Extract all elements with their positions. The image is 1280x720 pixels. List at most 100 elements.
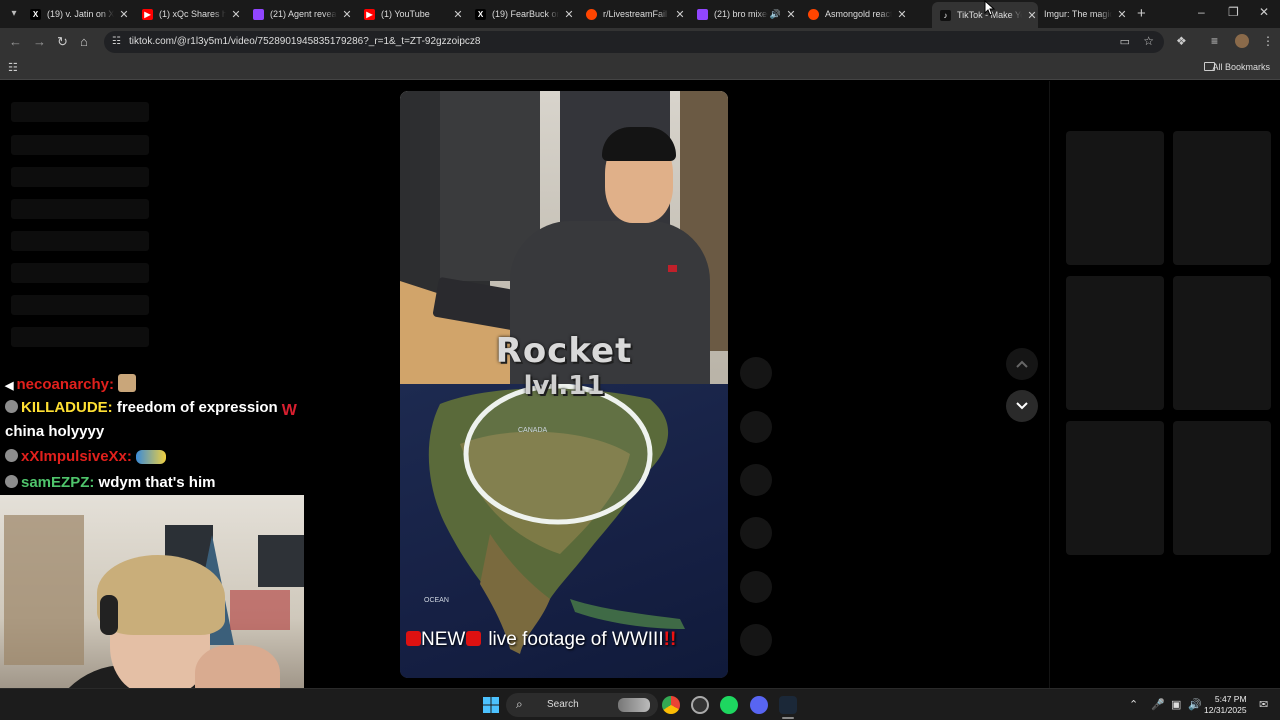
profile-avatar[interactable] <box>1235 34 1249 48</box>
tab-reddit-asmon[interactable]: Asmongold reacts ✕ <box>808 3 908 25</box>
like-button[interactable] <box>740 357 772 389</box>
caption-new: NEW <box>421 629 466 650</box>
windows-start-icon[interactable] <box>483 697 499 713</box>
microphone-icon[interactable]: 🎤 <box>1151 698 1165 711</box>
speaker-icon[interactable]: 🔊 <box>770 9 781 20</box>
tab-twitch-bro[interactable]: (21) bro mixed 🔊 ✕ <box>697 3 797 25</box>
next-video-button[interactable] <box>1006 390 1038 422</box>
home-icon[interactable]: ⌂ <box>80 34 88 49</box>
tab-x-fearbuck[interactable]: X (19) FearBuck on ✕ <box>475 3 575 25</box>
forward-icon[interactable]: → <box>33 34 46 49</box>
obs-icon[interactable] <box>691 696 709 714</box>
video-player[interactable]: CANADA OCEAN Rocket lvl.11 NEW live foota… <box>400 91 728 678</box>
mute-badge-icon: ◀ <box>5 380 14 392</box>
sound-button[interactable] <box>740 624 772 656</box>
emote-icon <box>135 450 166 464</box>
menu-kebab-icon[interactable]: ⋮ <box>1262 34 1274 48</box>
window-close-icon[interactable]: ✕ <box>1259 5 1269 19</box>
back-icon[interactable]: ← <box>9 34 22 49</box>
apps-grid-icon[interactable]: ☷ <box>8 61 18 74</box>
siren-emoji-icon <box>406 631 421 646</box>
discord-icon[interactable] <box>750 696 768 714</box>
tab-search-chevron-icon[interactable]: ▾ <box>6 6 22 22</box>
tab-imgur[interactable]: Imgur: The magic ✕ <box>1044 3 1128 25</box>
cast-icon[interactable]: ▭ <box>1120 35 1130 48</box>
chat-username: necoanarchy: <box>16 376 115 393</box>
nav-skeleton <box>11 295 149 315</box>
nav-skeleton <box>11 102 149 122</box>
chat-text: freedom of expression <box>116 399 278 416</box>
chat-message: ◀ necoanarchy: <box>5 374 137 393</box>
tab-youtube-xqc[interactable]: ▶ (1) xQc Shares his ✕ <box>142 3 242 25</box>
chrome-icon[interactable] <box>662 696 680 714</box>
suggested-video-card[interactable] <box>1066 421 1164 555</box>
tab-close-icon[interactable]: ✕ <box>563 8 575 21</box>
chat-text: china holyyyy <box>5 423 105 440</box>
tab-close-icon[interactable]: ✕ <box>674 8 686 21</box>
site-info-icon[interactable]: ☷ <box>112 36 121 47</box>
notification-icon[interactable]: ✉ <box>1259 698 1268 711</box>
tab-youtube[interactable]: ▶ (1) YouTube ✕ <box>364 3 464 25</box>
tab-close-icon[interactable]: ✕ <box>896 8 908 21</box>
chevron-up-icon <box>1016 360 1028 368</box>
all-bookmarks-link[interactable]: All Bookmarks <box>1212 62 1270 72</box>
tab-title: Imgur: The magic <box>1044 9 1112 19</box>
address-bar[interactable]: ☷ tiktok.com/@r1l3y5m1/video/75289019458… <box>104 31 1164 53</box>
map-label: CANADA <box>518 427 548 434</box>
reddit-icon <box>808 8 819 20</box>
nav-skeleton <box>11 135 149 155</box>
previous-video-button[interactable] <box>1006 348 1038 380</box>
suggested-video-card[interactable] <box>1173 276 1271 410</box>
tab-reddit-lsf[interactable]: r/LivestreamFail ✕ <box>586 3 686 25</box>
minimize-icon[interactable]: – <box>1198 5 1205 19</box>
restore-icon[interactable]: ❐ <box>1228 5 1239 19</box>
suggested-video-card[interactable] <box>1173 421 1271 555</box>
tab-close-icon[interactable]: ✕ <box>452 8 464 21</box>
share-button[interactable] <box>740 517 772 549</box>
tab-close-icon[interactable]: ✕ <box>785 8 797 21</box>
sub-badge-icon <box>5 449 18 462</box>
spotify-icon[interactable] <box>720 696 738 714</box>
youtube-icon: ▶ <box>364 8 375 20</box>
new-tab-button[interactable]: + <box>1137 5 1146 22</box>
tray-overflow-chevron-icon[interactable]: ⌃ <box>1129 698 1138 711</box>
bookmark-star-icon[interactable]: ☆ <box>1143 34 1154 48</box>
bookmarks-bar: ☷ All Bookmarks <box>0 56 1280 80</box>
twitch-icon <box>697 8 708 20</box>
tab-close-icon[interactable]: ✕ <box>341 8 353 21</box>
taskbar-clock[interactable]: 5:47 PM 12/31/2025 <box>1204 694 1247 716</box>
volume-icon[interactable]: 🔊 <box>1188 698 1202 711</box>
bookmark-button[interactable] <box>740 464 772 496</box>
caption-exclaim: !! <box>663 629 677 650</box>
webcam-overlay <box>0 495 304 720</box>
more-button[interactable] <box>740 571 772 603</box>
tab-close-icon[interactable]: ✕ <box>1026 9 1038 22</box>
tab-twitch-agent[interactable]: (21) Agent reveal: ✕ <box>253 3 353 25</box>
reload-icon[interactable]: ↻ <box>57 34 68 50</box>
chevron-down-icon <box>1016 402 1028 410</box>
media-control-icon[interactable]: ≡ <box>1211 34 1218 48</box>
taskbar-search[interactable]: ⌕ Search <box>506 693 658 717</box>
suggested-video-card[interactable] <box>1066 131 1164 265</box>
video-caption: NEW live footage of WWIII!! <box>406 629 728 651</box>
browser-toolbar: ← → ↻ ⌂ ☷ tiktok.com/@r1l3y5m1/video/752… <box>0 28 1280 56</box>
tab-x-jatin[interactable]: X (19) v. Jatin on X: ✕ <box>30 3 130 25</box>
x-icon: X <box>30 8 41 20</box>
nav-skeleton <box>11 199 149 219</box>
tab-close-icon[interactable]: ✕ <box>230 8 242 21</box>
comment-button[interactable] <box>740 411 772 443</box>
chat-text: wdym that's him <box>98 474 216 491</box>
youtube-icon: ▶ <box>142 8 153 20</box>
suggested-video-card[interactable] <box>1173 131 1271 265</box>
tab-close-icon[interactable]: ✕ <box>118 8 130 21</box>
steam-icon[interactable] <box>779 696 797 714</box>
chat-username: xXImpulsiveXx: <box>21 448 132 465</box>
tab-title: Asmongold reacts <box>825 9 892 19</box>
suggested-video-card[interactable] <box>1066 276 1164 410</box>
search-icon: ⌕ <box>516 697 523 711</box>
extensions-icon[interactable]: ❖ <box>1176 34 1187 48</box>
network-icon[interactable]: ▣ <box>1171 698 1181 711</box>
tab-close-icon[interactable]: ✕ <box>1116 8 1128 21</box>
siren-emoji-icon <box>466 631 482 646</box>
windows-taskbar: ⌕ Search ⌃ 🎤 ▣ 🔊 5:47 PM 12/31/2025 ✉ <box>0 688 1280 720</box>
